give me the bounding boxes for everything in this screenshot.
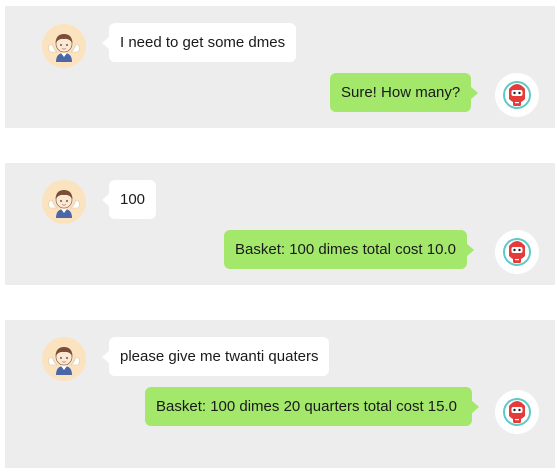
user-avatar-icon <box>42 337 86 381</box>
bot-avatar-icon <box>495 390 539 434</box>
user-message-bubble: 100 <box>101 180 157 219</box>
chat-panel-2: 100 Basket: 100 dimes total cost 10.0 <box>5 163 555 285</box>
bot-avatar-icon <box>495 73 539 117</box>
bot-avatar-icon <box>495 230 539 274</box>
chat-panel-3: please give me twanti quaters Basket: 10… <box>5 320 555 468</box>
user-message-bubble: please give me twanti quaters <box>101 337 330 376</box>
chat-panel-1: I need to get some dmes Sure! How many? <box>5 6 555 128</box>
bot-message-bubble: Basket: 100 dimes 20 quarters total cost… <box>145 387 479 426</box>
user-avatar-icon <box>42 180 86 224</box>
user-avatar-icon <box>42 24 86 68</box>
user-message-bubble: I need to get some dmes <box>101 23 297 62</box>
bot-message-bubble: Basket: 100 dimes total cost 10.0 <box>224 230 474 269</box>
bot-message-bubble: Sure! How many? <box>330 73 479 112</box>
